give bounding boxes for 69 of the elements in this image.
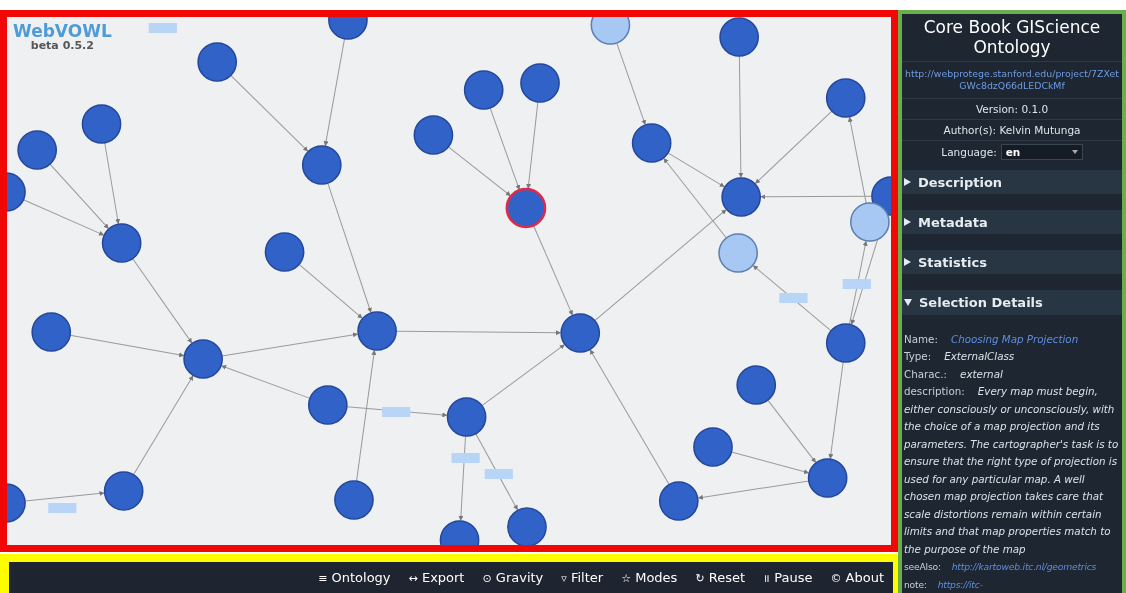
- class-node[interactable]: [631, 123, 672, 163]
- authors-text: Author(s): Kelvin Mutunga: [902, 120, 1122, 141]
- class-node[interactable]: [446, 397, 487, 437]
- class-node[interactable]: [357, 311, 397, 351]
- section-header[interactable]: Description: [902, 170, 1122, 195]
- class-node[interactable]: [197, 42, 238, 82]
- class-node[interactable]: [658, 481, 699, 521]
- toolbar-button[interactable]: ↔ Export: [399, 570, 474, 585]
- language-select[interactable]: en: [1000, 144, 1083, 160]
- property-tag: [484, 469, 513, 479]
- class-node[interactable]: [334, 480, 374, 520]
- detail-row-text: Type: ExternalClass: [904, 349, 1016, 364]
- logo-title: WebVOWL: [13, 22, 112, 40]
- class-node[interactable]: [825, 323, 866, 363]
- property-tag: [451, 453, 480, 463]
- class-node[interactable]: [736, 365, 777, 405]
- class-node[interactable]: [264, 232, 305, 272]
- version-label: beta 0.5.2: [29, 40, 95, 52]
- version-text: Version: 0.1.0: [902, 99, 1122, 120]
- property-tag: [779, 293, 808, 303]
- ontology-title: Core Book GIScience Ontology: [902, 14, 1122, 62]
- section-header[interactable]: Selection Details: [902, 290, 1122, 315]
- section-header[interactable]: Statistics: [902, 250, 1122, 275]
- toolbar-button[interactable]: ▿ Filter: [552, 570, 613, 585]
- toolbar-button[interactable]: ⊙ Gravity: [473, 570, 553, 585]
- class-node[interactable]: [328, 17, 368, 40]
- class-node[interactable]: [301, 145, 342, 185]
- class-node[interactable]: [439, 520, 480, 545]
- class-node[interactable]: [307, 385, 348, 425]
- class-node[interactable]: [103, 471, 144, 511]
- class-node[interactable]: [505, 187, 547, 229]
- class-node[interactable]: [560, 313, 601, 353]
- class-node[interactable]: [825, 78, 866, 118]
- detail-row-text: Charac.: external: [904, 366, 1004, 382]
- class-node[interactable]: [101, 223, 142, 263]
- toolbar-button[interactable]: ≡ Ontology: [309, 570, 400, 585]
- toolbar-button[interactable]: ↻ Reset: [686, 570, 755, 585]
- class-node[interactable]: [507, 507, 547, 545]
- detail-link-row-text: Name: Choosing Map Projection: [904, 331, 1080, 347]
- class-node[interactable]: [7, 172, 26, 212]
- class-node[interactable]: [807, 458, 848, 498]
- toolbar-button[interactable]: © About: [821, 570, 893, 585]
- class-node[interactable]: [413, 115, 454, 155]
- class-node[interactable]: [183, 339, 223, 379]
- property-tag: [382, 407, 411, 417]
- external-class-node[interactable]: [718, 233, 758, 273]
- class-node[interactable]: [721, 177, 761, 217]
- detail-link-row-text: seeAlso: http://kartoweb.itc.nl/geometrics: [904, 560, 1098, 574]
- class-node[interactable]: [693, 427, 733, 467]
- detail-row-text: description: Every map must begin, either consciously or unconsciously, with the choice of a map projection and its parameters. The cartographer's task is to ensure that the right type of projection is used for any particular map. A well chosen map projection takes care that scale distortions remain within certain limits and that map properties match to the purpose of the map: [904, 384, 1120, 557]
- class-node[interactable]: [31, 312, 72, 352]
- toolbar-button[interactable]: ☆ Modes: [612, 570, 687, 585]
- class-node[interactable]: [520, 63, 560, 103]
- language-label: Language:: [941, 146, 997, 158]
- property-tag: [148, 23, 177, 33]
- property-tag: [48, 503, 77, 513]
- class-node[interactable]: [7, 483, 26, 523]
- property-tag: [842, 279, 871, 289]
- class-node[interactable]: [719, 17, 759, 57]
- detail-link-row-text: note: https://itc-: [904, 577, 984, 592]
- class-node[interactable]: [17, 130, 58, 170]
- class-node[interactable]: [81, 104, 122, 144]
- external-class-node[interactable]: [590, 17, 631, 45]
- toolbar-button[interactable]: ॥ Pause: [754, 570, 822, 585]
- class-node[interactable]: [463, 70, 504, 110]
- external-class-node[interactable]: [850, 202, 890, 242]
- caret-icon: [1071, 150, 1078, 154]
- section-header[interactable]: Metadata: [902, 210, 1122, 235]
- ontology-iri-link[interactable]: http://webprotege.stanford.edu/project/7ZXetGWc8dzQ66dLEDCkMf: [902, 62, 1122, 99]
